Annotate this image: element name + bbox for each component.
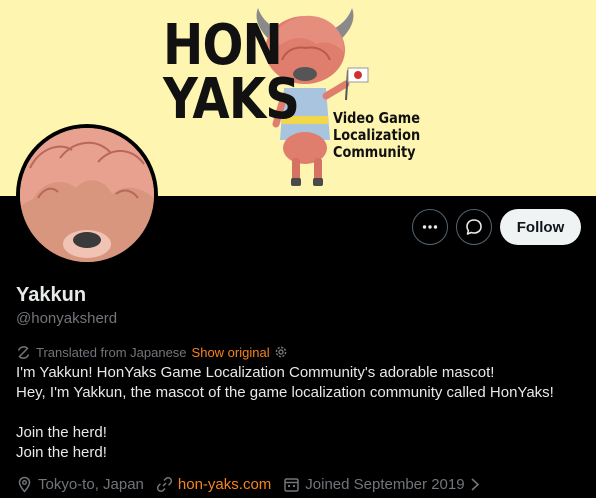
banner-logo-line1: HON xyxy=(163,13,283,78)
banner-tagline-line: Localization xyxy=(333,126,421,144)
chevron-right-icon xyxy=(469,476,481,493)
bio-line: Hey, I'm Yakkun, the mascot of the game … xyxy=(16,384,554,401)
website-link[interactable]: hon-yaks.com xyxy=(178,476,271,493)
location-text: Tokyo-to, Japan xyxy=(38,476,144,493)
banner-logo-line2: YAKS xyxy=(163,67,300,132)
profile-bio: I'm Yakkun! HonYaks Game Localization Co… xyxy=(16,363,586,463)
joined-item[interactable]: Joined September 2019 xyxy=(283,476,480,493)
joined-text: Joined September 2019 xyxy=(305,476,465,493)
location-item: Tokyo-to, Japan xyxy=(16,476,144,493)
calendar-icon xyxy=(283,476,300,493)
bio-line xyxy=(16,403,586,423)
avatar-image xyxy=(20,128,154,262)
display-name: Yakkun xyxy=(16,284,87,306)
translation-notice: Translated from Japanese Show original xyxy=(16,344,288,360)
banner-tagline-line: Community xyxy=(333,143,416,161)
bio-line: Join the herd! xyxy=(16,444,107,461)
bio-line: Join the herd! xyxy=(16,424,107,441)
message-button[interactable] xyxy=(456,209,492,245)
bio-line: I'm Yakkun! HonYaks Game Localization Co… xyxy=(16,364,495,381)
translate-icon xyxy=(16,345,31,360)
user-handle: @honyaksherd xyxy=(16,310,118,327)
link-icon xyxy=(156,476,173,493)
banner-tagline: Video Game Localization Community xyxy=(333,110,420,161)
translation-label: Translated from Japanese xyxy=(36,344,187,360)
message-bubble-icon xyxy=(466,219,482,235)
more-horizontal-icon xyxy=(422,225,438,229)
website-item[interactable]: hon-yaks.com xyxy=(156,476,271,493)
location-pin-icon xyxy=(16,476,33,493)
avatar[interactable] xyxy=(16,124,158,266)
follow-button[interactable]: Follow xyxy=(500,209,581,245)
banner-tagline-line: Video Game xyxy=(333,109,421,127)
show-original-link[interactable]: Show original xyxy=(192,345,270,360)
profile-meta: Tokyo-to, Japan hon-yaks.com Joined Sept… xyxy=(16,476,493,493)
more-button[interactable] xyxy=(412,209,448,245)
gear-icon[interactable] xyxy=(274,345,288,359)
